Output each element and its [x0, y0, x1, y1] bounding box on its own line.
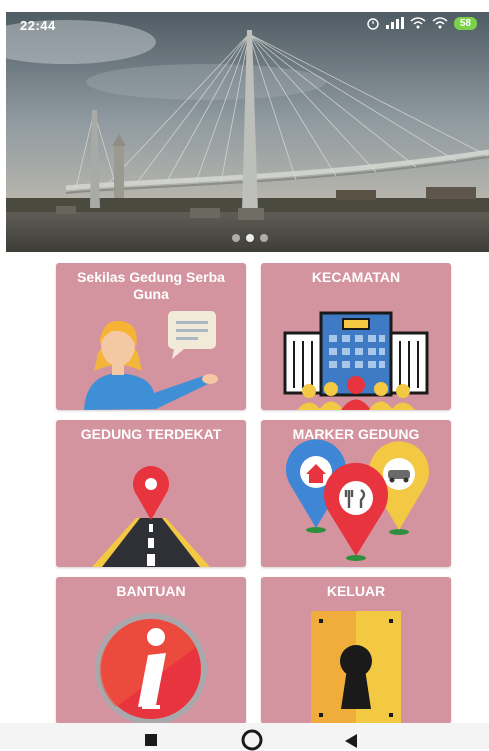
menu-tile-marker-gedung[interactable]: MARKER GEDUNG — [261, 420, 451, 567]
menu-panel: Sekilas Gedung Serba Guna KECAMATAN GEDU… — [6, 255, 489, 724]
menu-tile-label: BANTUAN — [116, 583, 186, 599]
hero-carousel[interactable]: 22:44 58 — [6, 12, 489, 252]
menu-tile-bantuan[interactable]: BANTUAN — [56, 577, 246, 724]
system-nav-bar — [0, 723, 489, 751]
carousel-dot[interactable] — [246, 234, 254, 242]
menu-tile-label: MARKER GEDUNG — [292, 426, 420, 442]
menu-tile-label: KECAMATAN — [311, 269, 401, 285]
bridge-photo — [6, 12, 489, 252]
signal-icon — [385, 17, 404, 29]
wifi-secondary-icon — [432, 17, 448, 29]
carousel-dot[interactable] — [232, 234, 240, 242]
menu-tile-sekilas[interactable]: Sekilas Gedung Serba Guna — [56, 263, 246, 410]
status-bar: 22:44 58 — [6, 12, 489, 40]
wifi-icon — [410, 17, 426, 29]
alarm-icon — [367, 18, 379, 30]
menu-tile-keluar[interactable]: KELUAR — [261, 577, 451, 724]
menu-tile-label: KELUAR — [326, 583, 386, 599]
menu-tile-gedung-terdekat[interactable]: GEDUNG TERDEKAT — [56, 420, 246, 567]
back-triangle-icon[interactable] — [344, 733, 358, 749]
carousel-indicator[interactable] — [232, 234, 268, 242]
menu-tile-kecamatan[interactable]: KECAMATAN — [261, 263, 451, 410]
battery-icon: 58 — [453, 16, 477, 30]
status-time: 22:44 — [20, 18, 56, 33]
carousel-dot[interactable] — [260, 234, 268, 242]
recents-square-icon[interactable] — [144, 733, 158, 747]
menu-tile-label: GEDUNG TERDEKAT — [80, 426, 222, 442]
home-circle-icon[interactable] — [241, 729, 263, 751]
menu-tile-label: Sekilas Gedung Serba Guna — [77, 269, 225, 302]
